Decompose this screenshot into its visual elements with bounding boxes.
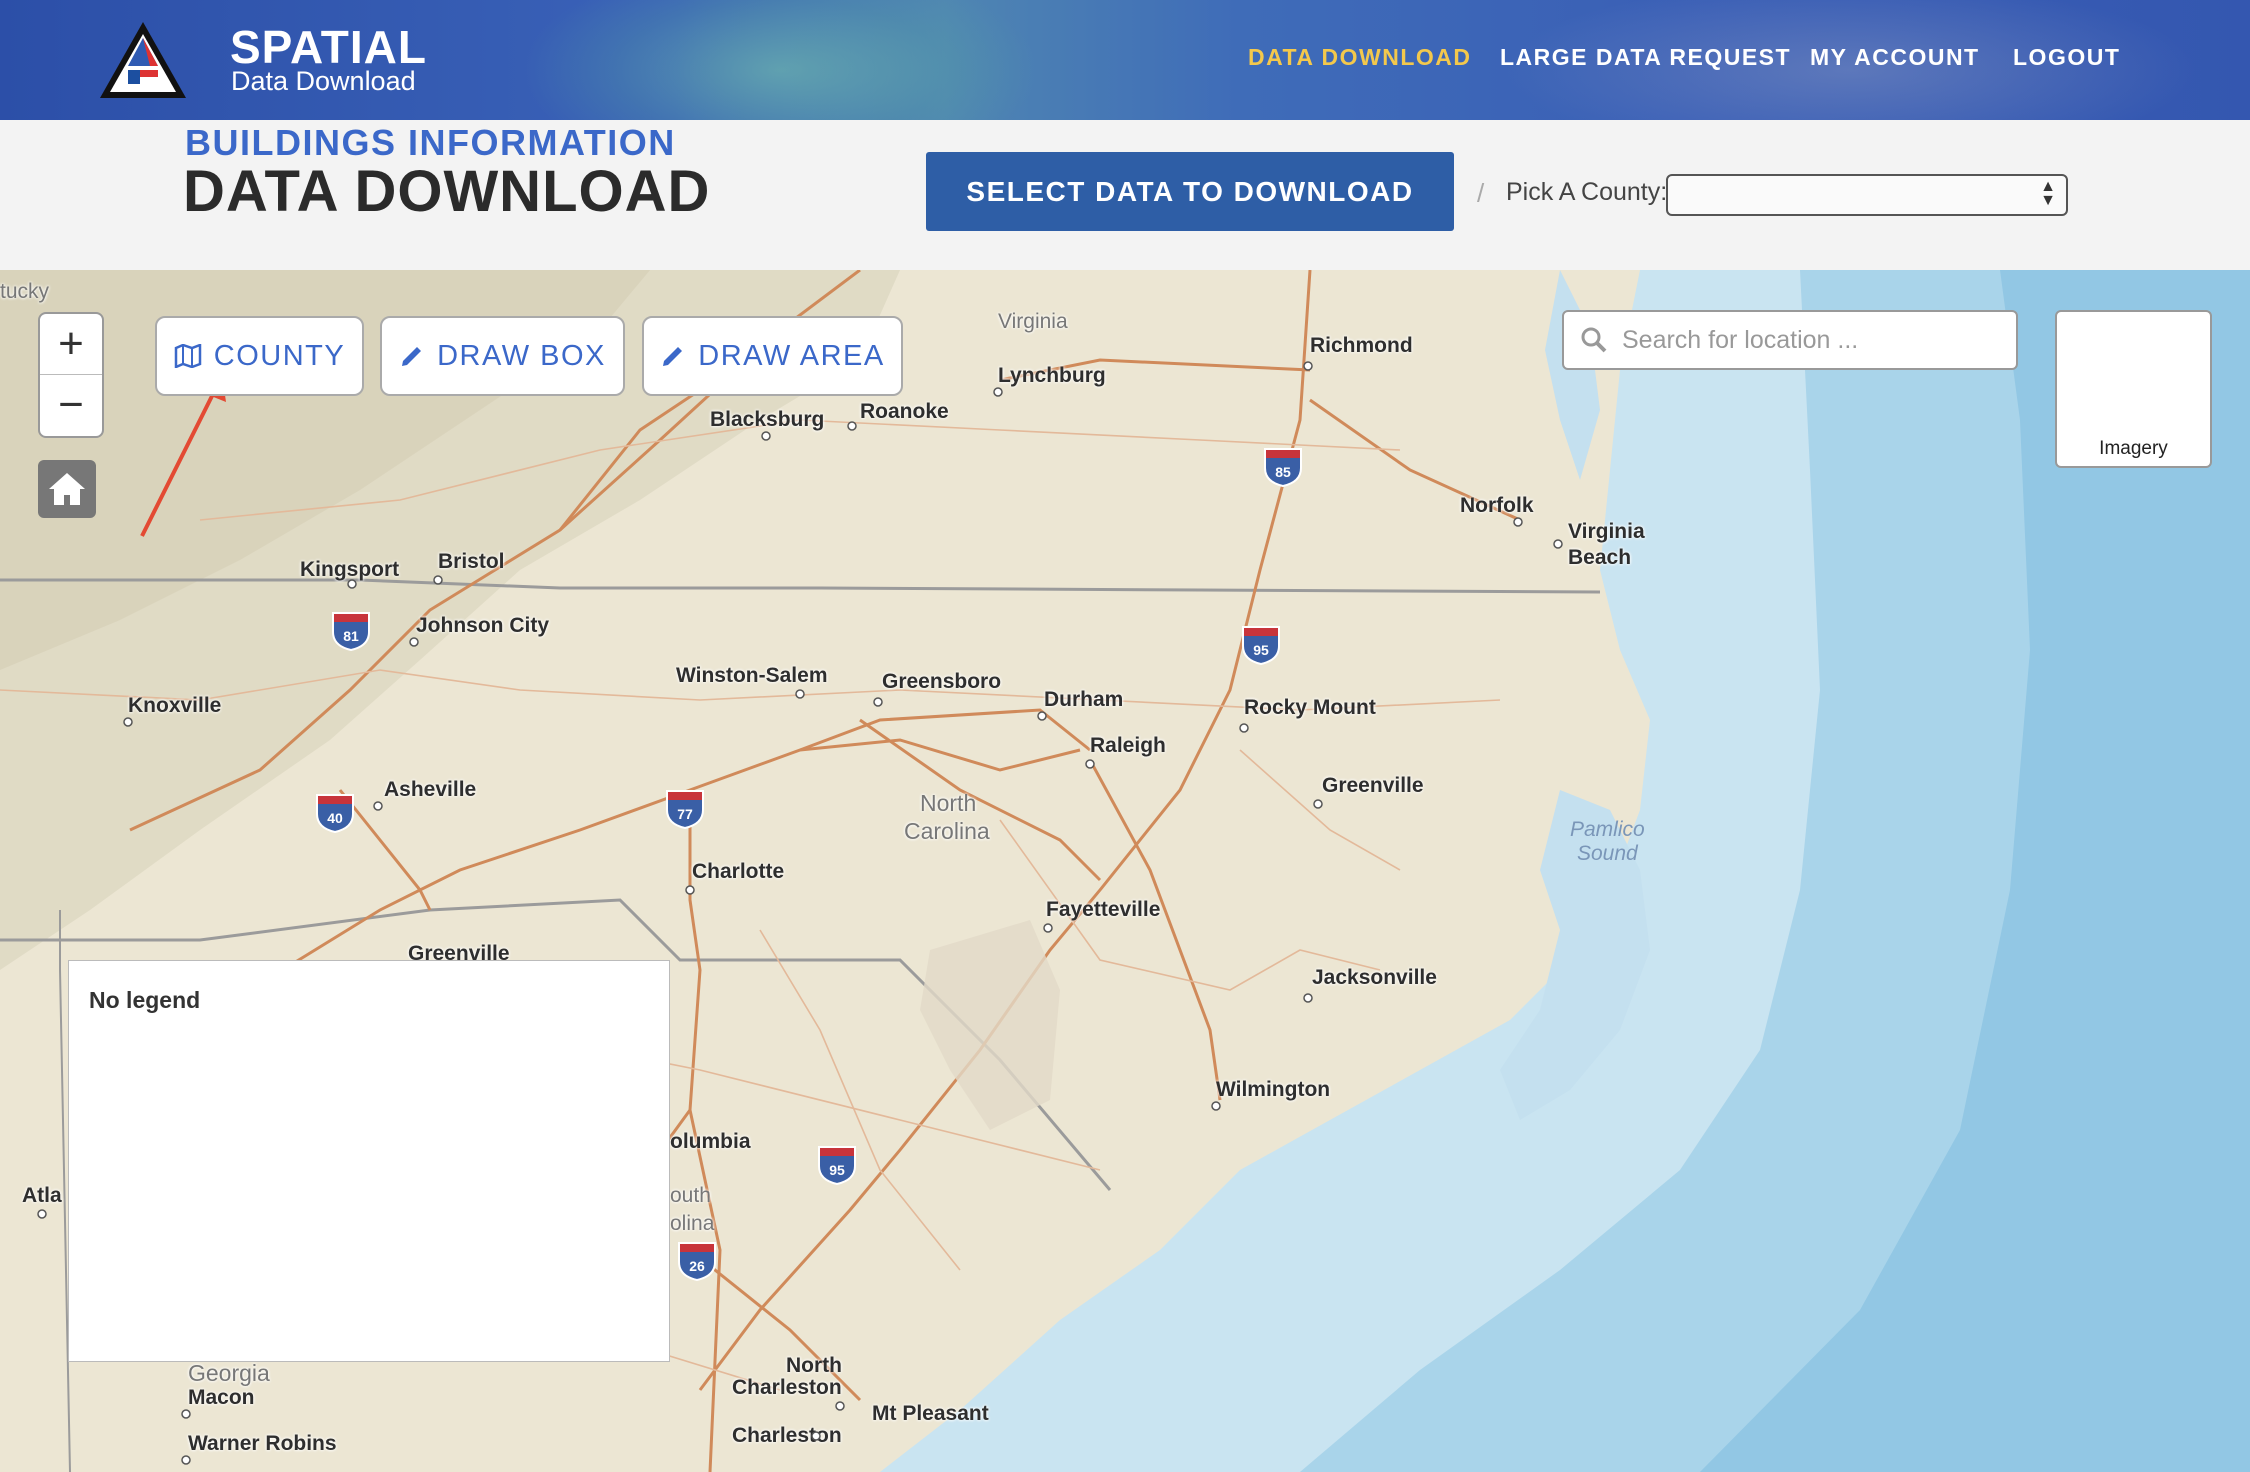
place-label: Charleston (732, 1376, 842, 1399)
shield-number: 26 (689, 1258, 705, 1274)
place-label: Kingsport (300, 558, 400, 581)
interstate-shield-icon: 81 (332, 612, 370, 652)
place-label: Atla (22, 1184, 62, 1207)
shield-number: 40 (327, 810, 343, 826)
place-label: outh (670, 1184, 711, 1207)
place-label: Durham (1044, 688, 1124, 711)
shield-number: 95 (829, 1162, 845, 1178)
pencil-icon (663, 347, 683, 366)
place-label: North (786, 1354, 842, 1377)
location-search[interactable]: Search for location ... (1562, 310, 2018, 370)
place-label: Richmond (1310, 334, 1413, 357)
shield-number: 85 (1275, 464, 1291, 480)
header-glow (520, 0, 1040, 120)
place-label: Fayetteville (1046, 898, 1161, 921)
shield-number: 95 (1253, 642, 1269, 658)
search-icon (1581, 327, 1607, 353)
place-label: Macon (188, 1386, 255, 1409)
place-label: Charleston (732, 1424, 842, 1447)
top-navbar: SPATIAL Data Download DATA DOWNLOAD LARG… (0, 0, 2250, 120)
home-icon (49, 473, 85, 505)
basemap-label: Imagery (2099, 438, 2168, 459)
zoom-out-button[interactable]: − (40, 374, 102, 435)
water-label: Pamlico Sound (1570, 818, 1645, 866)
interstate-shield-icon: 85 (1264, 448, 1302, 488)
select-data-button[interactable]: SELECT DATA TO DOWNLOAD (926, 152, 1454, 231)
water-label-line: Pamlico (1570, 818, 1645, 841)
place-label: Greensboro (882, 670, 1002, 693)
place-label: Lynchburg (998, 364, 1106, 387)
select-arrows-icon: ▲ ▼ (2040, 178, 2056, 209)
interstate-shield-icon: 40 (316, 794, 354, 834)
place-label: Rocky Mount (1244, 696, 1376, 719)
brand-title: SPATIAL (230, 21, 427, 73)
place-label: Roanoke (860, 400, 949, 423)
search-input[interactable]: Search for location ... (1622, 326, 1858, 355)
place-label: Mt Pleasant (872, 1402, 989, 1425)
place-label: olina (670, 1212, 715, 1235)
nc-emergency-management-logo[interactable] (98, 20, 188, 100)
home-button[interactable] (38, 460, 96, 518)
place-label: Winston-Salem (676, 664, 828, 687)
place-label: Georgia (188, 1360, 270, 1386)
separator: / (1477, 178, 1485, 208)
place-label: Raleigh (1090, 734, 1166, 757)
place-label: Knoxville (128, 694, 222, 717)
nav-data-download[interactable]: DATA DOWNLOAD (1248, 44, 1471, 71)
water-label-line: Sound (1576, 842, 1638, 865)
tool-county-label: COUNTY (213, 339, 346, 372)
legend-panel: No legend (68, 960, 670, 1362)
legend-text: No legend (89, 987, 201, 1013)
place-label: Wilmington (1216, 1078, 1331, 1101)
shield-number: 77 (677, 806, 693, 822)
nav-large-data-request[interactable]: LARGE DATA REQUEST (1500, 44, 1791, 71)
brand-subtitle: Data Download (231, 66, 416, 96)
place-label: Warner Robins (188, 1432, 337, 1455)
nav-my-account[interactable]: MY ACCOUNT (1810, 44, 1980, 71)
place-label: Greenville (1322, 774, 1424, 797)
basemap-toggle[interactable]: Imagery (2055, 310, 2212, 468)
county-picker-label: Pick A County: (1506, 178, 1668, 206)
place-label: Blacksburg (710, 408, 825, 431)
map-icon (174, 344, 202, 368)
pencil-icon (402, 347, 422, 366)
zoom-in-button[interactable]: + (40, 314, 102, 374)
zoom-control: + − (38, 312, 104, 438)
nav-logout[interactable]: LOGOUT (2013, 44, 2120, 71)
place-label: North (920, 790, 977, 816)
place-label: Jacksonville (1312, 966, 1437, 989)
place-label: Johnson City (416, 614, 550, 637)
interstate-shield-icon: 77 (666, 790, 704, 830)
place-label: Virginia (998, 310, 1068, 333)
tool-county-button[interactable]: COUNTY (155, 316, 364, 396)
place-label: Beach (1568, 546, 1632, 569)
interstate-shield-icon: 95 (1242, 626, 1280, 666)
place-label: tucky (0, 280, 50, 303)
interstate-shield-icon: 95 (818, 1146, 856, 1186)
place-label: Bristol (438, 550, 505, 573)
place-label: olumbia (670, 1130, 751, 1153)
shield-number: 81 (343, 628, 359, 644)
tool-draw-area-label: DRAW AREA (698, 339, 885, 372)
place-label: Norfolk (1460, 494, 1534, 517)
tool-draw-box-button[interactable]: DRAW BOX (380, 316, 625, 396)
page-title: DATA DOWNLOAD (183, 159, 711, 224)
place-label: Asheville (384, 778, 477, 801)
interstate-shield-icon: 26 (678, 1242, 716, 1282)
place-label: Charlotte (692, 860, 785, 883)
place-label: Virginia (1568, 520, 1645, 543)
tool-draw-area-button[interactable]: DRAW AREA (642, 316, 903, 396)
place-label: Carolina (904, 818, 990, 844)
county-select[interactable]: ▲ ▼ (1666, 174, 2068, 216)
tool-draw-box-label: DRAW BOX (437, 339, 606, 372)
